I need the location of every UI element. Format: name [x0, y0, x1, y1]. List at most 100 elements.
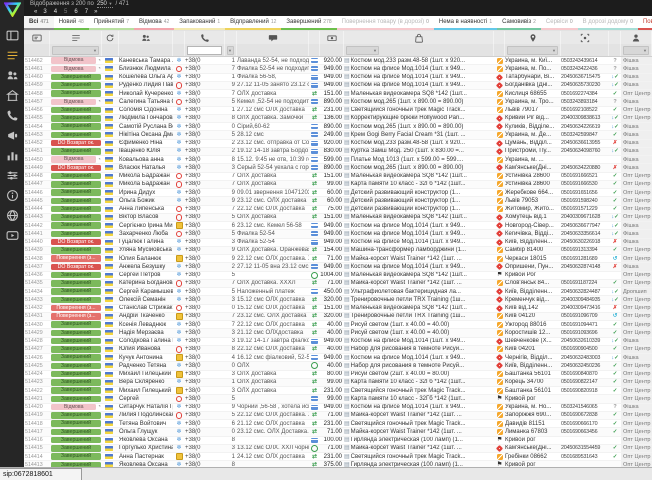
tracking-number[interactable]: 0501690904500	[561, 346, 609, 353]
phone[interactable]: +38(0	[185, 288, 225, 295]
tab-Відмова[interactable]: Відмова42	[134, 16, 174, 30]
table-row[interactable]: 514452 DO Возврат ок.◔ Єфименко Ніна +38…	[24, 140, 652, 148]
phone[interactable]: +38(0	[185, 263, 225, 270]
video-icon[interactable]	[6, 229, 19, 241]
tracking-number[interactable]: 0501691094471	[561, 321, 609, 328]
tracking-number[interactable]	[561, 272, 609, 279]
tracking-number[interactable]: 20450630226918	[561, 239, 609, 246]
phone[interactable]: +38(0	[185, 379, 225, 386]
tab-В дорозі додому[interactable]: В дорозі додому0	[578, 16, 638, 30]
tracking-number[interactable]: 20450632824487	[561, 288, 609, 295]
table-row[interactable]: 514419 Завершений◔ Лилия Подолинская +38…	[24, 412, 652, 420]
tracking-number[interactable]: 20450632483003	[561, 354, 609, 361]
tracking-number[interactable]: 0501689531643	[561, 453, 609, 460]
phone[interactable]: +38(0	[185, 57, 225, 64]
tracking-number[interactable]: 20450636677947	[561, 222, 609, 229]
phone[interactable]: +38(0	[185, 181, 225, 188]
table-row[interactable]: 514457 Відмова◔ Салегина Татьяна С... +3…	[24, 98, 652, 106]
table-row[interactable]: 514421 Завершений◔ Сергей +38(0 5 99.00 …	[24, 395, 652, 403]
col-status-header[interactable]	[50, 31, 102, 44]
tab-Запакований[interactable]: Запакований1	[174, 16, 225, 30]
col-count-header[interactable]	[225, 31, 237, 44]
tracking-number[interactable]: 20450634220880	[561, 164, 609, 171]
phone[interactable]: +38(0	[185, 247, 225, 254]
phone[interactable]: +38(0	[185, 420, 225, 427]
table-row[interactable]: 514434 Завершений◔ Сергей Карамышев +38(…	[24, 288, 652, 296]
tab-Новий[interactable]: Новий48	[54, 16, 89, 30]
tracking-number[interactable]	[561, 437, 609, 444]
tracking-number[interactable]: 0501691281689	[561, 255, 609, 262]
table-row[interactable]: 514461 Відмова◔ Близнюк Людмила ... +38(…	[24, 65, 652, 73]
phone[interactable]: +38(0	[185, 371, 225, 378]
clients-icon[interactable]	[6, 69, 19, 81]
phone[interactable]: +38(0	[185, 98, 225, 105]
phone[interactable]: +38(0	[185, 189, 225, 196]
table-row[interactable]: 514459 Завершений◔ Руденко Лидия Пав... …	[24, 82, 652, 90]
phone[interactable]: +38(0	[185, 296, 225, 303]
table-row[interactable]: 514423 Завершений◔ Вера Скляренко +38(0 …	[24, 379, 652, 387]
table-row[interactable]: 514414 Завершений◔ Анна Пастернак +38(0 …	[24, 453, 652, 461]
phone[interactable]: +38(0	[185, 280, 225, 287]
table-row[interactable]: 514442 Завершений◔ Сергієнко Ірина Ми...…	[24, 222, 652, 230]
table-row[interactable]: 514444 Завершений◔ Анна Липенська +38(0 …	[24, 206, 652, 214]
phone[interactable]: +38(0	[185, 90, 225, 97]
table-row[interactable]: 514454 Завершений◔ Самотій Руслана Во...…	[24, 123, 652, 131]
tab-Відправлений[interactable]: Відправлений12	[225, 16, 281, 30]
status-filter[interactable]: ▼	[50, 44, 102, 56]
table-row[interactable]: 514439 Завершений◔ Уляна Мусійовська +38…	[24, 247, 652, 255]
count-filter[interactable]: ▼	[225, 44, 237, 56]
col-trackstatus-header[interactable]	[609, 31, 621, 44]
col-amount-header[interactable]	[320, 31, 344, 44]
phone[interactable]: +38(0	[185, 445, 225, 452]
manager-filter[interactable]: ▼	[621, 44, 652, 56]
table-row[interactable]: 514418 Завершений◔ Тетяна Войтович +38(0…	[24, 420, 652, 428]
settings-icon[interactable]	[6, 169, 19, 181]
tab-Самовивіз[interactable]: Самовивіз2	[497, 16, 541, 30]
table-row[interactable]: 514424 Завершений◔ Михаил Гилецький +38(…	[24, 371, 652, 379]
table-row[interactable]: 514440 DO Возврат ок.◔ Гуцалюк Галина +3…	[24, 239, 652, 247]
tracking-number[interactable]: 0501691096709	[561, 313, 609, 320]
phone[interactable]: +38(0	[185, 387, 225, 394]
phone[interactable]: +38(0	[185, 164, 225, 171]
phone[interactable]: +38(0	[185, 404, 225, 411]
phone[interactable]: +38(0	[185, 148, 225, 155]
phone[interactable]: +38(0	[185, 140, 225, 147]
tracking-number[interactable]: 20450632450236	[561, 362, 609, 369]
tracking-number[interactable]: 0501691666521	[561, 173, 609, 180]
table-row[interactable]: 514456 Завершений◔ Соломія Сідоніна +38(…	[24, 107, 652, 115]
table-row[interactable]: 514429 Завершений◔ Надія Мерзаєва +38(0 …	[24, 329, 652, 337]
table-row[interactable]: 514450 Відмова◔ Ковальова анна +38(0 8 1…	[24, 156, 652, 164]
phone[interactable]: +38(0	[185, 428, 225, 435]
tracking-number[interactable]: 20450634226619	[561, 123, 609, 130]
page-3[interactable]: 3	[43, 9, 46, 15]
tracking-number[interactable]: 20450632610339	[561, 338, 609, 345]
app-logo-icon[interactable]	[4, 2, 21, 17]
table-row[interactable]: 514447 Завершений◔ Микола Бадражан +38(0…	[24, 181, 652, 189]
table-row[interactable]: 514455 Завершений◔ Людмила Гончарова +38…	[24, 115, 652, 123]
table-row[interactable]: 514430 Завершений◔ Ксенія Леваднюк +38(0…	[24, 321, 652, 329]
table-row[interactable]: 514422 Завершений◔ Михаил Гилецький +38(…	[24, 387, 652, 395]
company-icon[interactable]	[6, 89, 19, 101]
col-tracking-header[interactable]	[561, 31, 609, 44]
table-row[interactable]: 514416 Завершений◔ Яковлева Оксана +38(0…	[24, 437, 652, 445]
col-country-header[interactable]	[102, 31, 119, 44]
col-product-header[interactable]	[344, 31, 494, 44]
phone[interactable]: +38(0	[185, 82, 225, 89]
phone[interactable]: +38(0	[185, 214, 225, 221]
tracking-number[interactable]: 0501690840870	[561, 371, 609, 378]
phone[interactable]: +38(0	[185, 74, 225, 81]
phone[interactable]: +38(0	[185, 329, 225, 336]
table-row[interactable]: 514449 DO Возврат ок.◔ Власюк Наталья +3…	[24, 164, 652, 172]
table-row[interactable]: 514415 Завершений◔ Горгулько Христина...…	[24, 445, 652, 453]
tracking-number[interactable]: 0503243893184	[561, 98, 609, 105]
tracking-number[interactable]: 0501690666170	[561, 420, 609, 427]
tracking-number[interactable]: 20400309473416	[561, 305, 609, 312]
tab-Прийнятий[interactable]: Прийнятий7	[89, 16, 134, 30]
tracking-number[interactable]: 20400309484935	[561, 296, 609, 303]
table-row[interactable]: 514417 Завершений◔ Ольга Глущук +38(0 0 …	[24, 428, 652, 436]
tracking-number[interactable]: 0501691651656	[561, 189, 609, 196]
phone[interactable]: +38(0	[185, 230, 225, 237]
phone[interactable]: +38(0	[185, 346, 225, 353]
info-icon[interactable]	[6, 189, 19, 201]
first-page-button[interactable]: «	[34, 9, 37, 15]
